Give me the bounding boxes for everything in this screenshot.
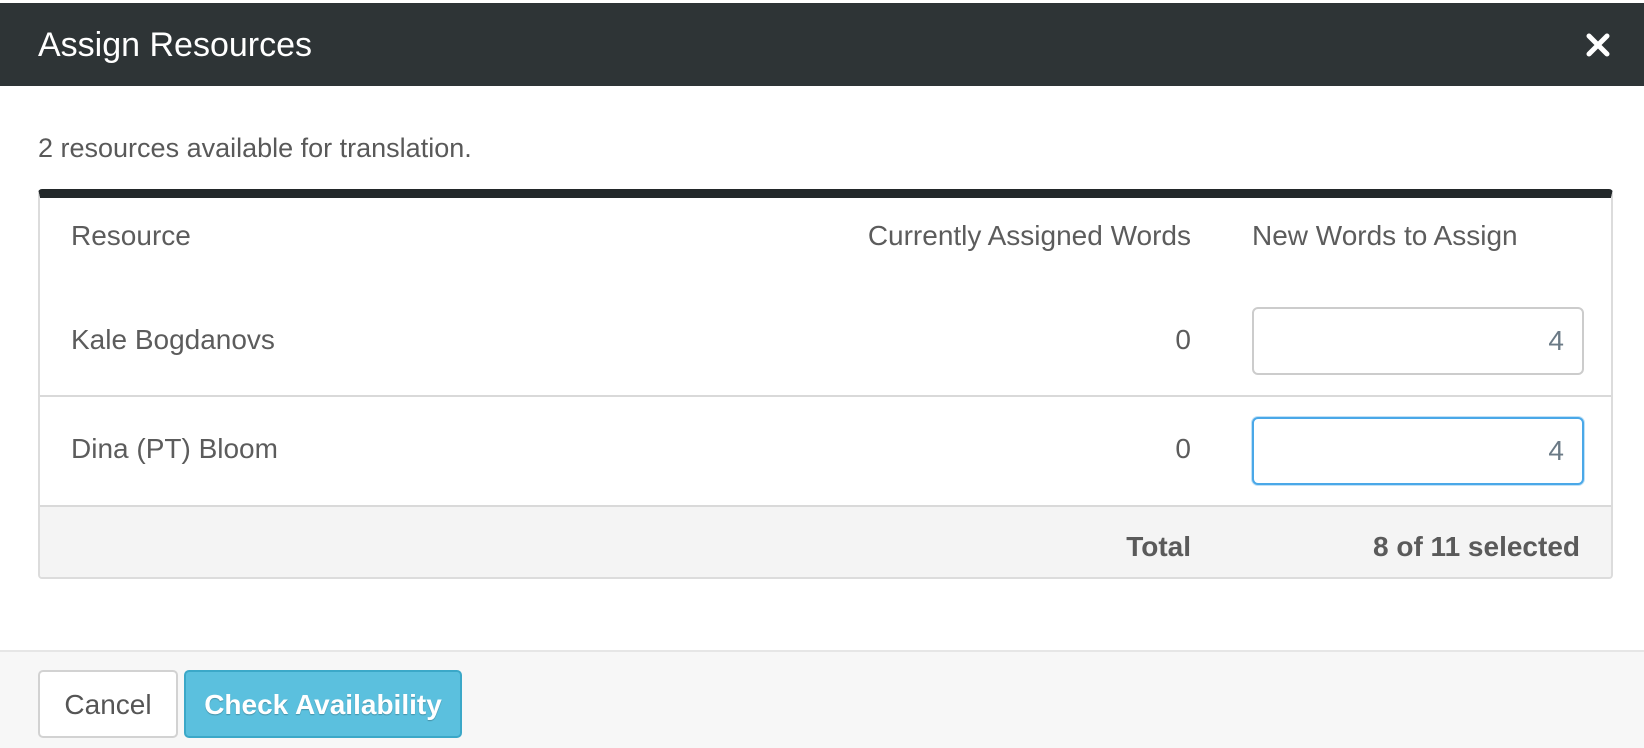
table-row: Kale Bogdanovs 0 [40,288,1611,397]
check-availability-button[interactable]: Check Availability [184,670,462,738]
assign-resources-modal: Assign Resources 2 resources available f… [0,0,1644,748]
selected-count: 8 of 11 selected [1372,531,1580,562]
new-words-input[interactable] [1252,417,1584,485]
modal-header: Assign Resources [0,0,1644,86]
modal-footer: Cancel Check Availability [0,650,1644,748]
header-new-words: New Words to Assign [1252,220,1518,251]
table-total-row: Total 8 of 11 selected [40,507,1611,577]
total-label: Total [1126,531,1191,562]
header-currently-assigned: Currently Assigned Words [867,220,1191,251]
resources-table: Resource Currently Assigned Words New Wo… [38,189,1613,579]
available-resources-text: 2 resources available for translation. [38,133,472,163]
resource-name: Kale Bogdanovs [71,324,275,355]
table-row: Dina (PT) Bloom 0 [40,397,1611,507]
currently-assigned-words: 0 [1175,324,1191,355]
resource-name: Dina (PT) Bloom [71,433,278,464]
modal-title: Assign Resources [38,26,313,64]
close-icon[interactable] [1584,31,1612,59]
currently-assigned-words: 0 [1175,433,1191,464]
header-resource: Resource [71,220,191,251]
table-header-row: Resource Currently Assigned Words New Wo… [40,198,1611,288]
new-words-input[interactable] [1252,307,1584,375]
cancel-button[interactable]: Cancel [38,670,178,738]
